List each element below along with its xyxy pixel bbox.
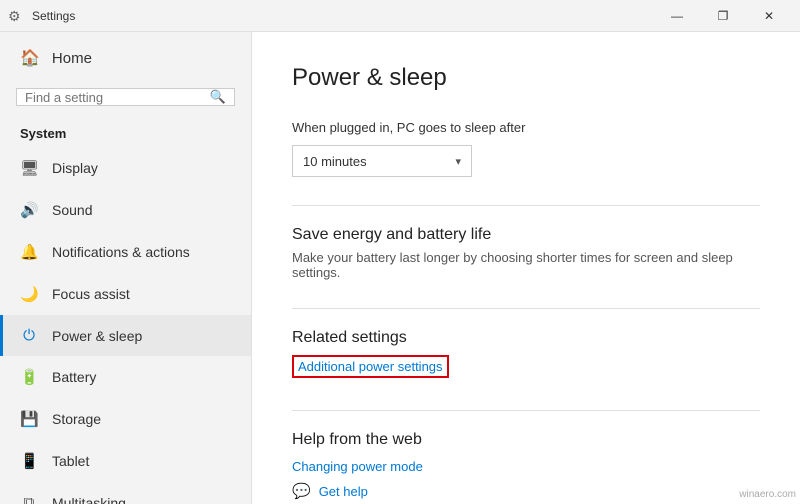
sidebar-item-power-label: Power & sleep bbox=[52, 328, 142, 344]
close-button[interactable]: ✕ bbox=[746, 0, 792, 32]
save-energy-heading: Save energy and battery life bbox=[292, 226, 760, 244]
sound-icon: 🔊 bbox=[20, 201, 38, 219]
title-bar-title: Settings bbox=[32, 9, 75, 23]
sidebar-section-title: System bbox=[0, 118, 251, 147]
sidebar-home[interactable]: 🏠 Home bbox=[0, 32, 251, 84]
divider-3 bbox=[292, 410, 760, 411]
sidebar-home-label: Home bbox=[52, 50, 92, 67]
sidebar-item-sound-label: Sound bbox=[52, 202, 92, 218]
sleep-section: When plugged in, PC goes to sleep after … bbox=[292, 120, 760, 177]
additional-power-settings-link[interactable]: Additional power settings bbox=[292, 355, 449, 378]
tablet-icon: 📱 bbox=[20, 452, 38, 470]
get-help-label: Get help bbox=[319, 484, 368, 499]
app-body: 🏠 Home 🔍 System 🖥 Display 🔊 Sound 🔔 Noti… bbox=[0, 32, 800, 504]
sidebar-item-notifications[interactable]: 🔔 Notifications & actions bbox=[0, 231, 251, 273]
save-energy-section: Save energy and battery life Make your b… bbox=[292, 226, 760, 280]
title-bar: ⚙ Settings — ❐ ✕ bbox=[0, 0, 800, 32]
sleep-dropdown-value: 10 minutes bbox=[303, 154, 367, 169]
changing-power-mode-link[interactable]: Changing power mode bbox=[292, 459, 760, 474]
sidebar-item-notifications-label: Notifications & actions bbox=[52, 244, 190, 260]
sidebar-item-tablet[interactable]: 📱 Tablet bbox=[0, 440, 251, 482]
sidebar-item-focus[interactable]: 🌙 Focus assist bbox=[0, 273, 251, 315]
main-content: Power & sleep When plugged in, PC goes t… bbox=[252, 32, 800, 504]
related-settings-section: Related settings Additional power settin… bbox=[292, 329, 760, 382]
sidebar-search[interactable]: 🔍 bbox=[16, 88, 235, 106]
page-title: Power & sleep bbox=[292, 64, 760, 92]
help-section: Help from the web Changing power mode 💬 … bbox=[292, 431, 760, 504]
title-bar-left: ⚙ Settings bbox=[8, 8, 654, 24]
sleep-dropdown[interactable]: 10 minutes ▾ bbox=[292, 145, 472, 177]
sidebar-item-battery[interactable]: 🔋 Battery bbox=[0, 356, 251, 398]
sidebar-item-multitasking[interactable]: ⧉ Multitasking bbox=[0, 482, 251, 504]
storage-icon: 💾 bbox=[20, 410, 38, 428]
sidebar-item-storage-label: Storage bbox=[52, 411, 101, 427]
display-icon: 🖥 bbox=[20, 159, 38, 177]
plugged-in-label: When plugged in, PC goes to sleep after bbox=[292, 120, 760, 135]
related-settings-title: Related settings bbox=[292, 329, 760, 347]
title-bar-controls: — ❐ ✕ bbox=[654, 0, 792, 32]
sidebar-item-power[interactable]: ⏻ Power & sleep bbox=[0, 315, 251, 356]
home-icon: 🏠 bbox=[20, 48, 40, 68]
notifications-icon: 🔔 bbox=[20, 243, 38, 261]
watermark: winaero.com bbox=[739, 489, 796, 500]
search-input[interactable] bbox=[25, 90, 210, 105]
sidebar: 🏠 Home 🔍 System 🖥 Display 🔊 Sound 🔔 Noti… bbox=[0, 32, 252, 504]
search-icon: 🔍 bbox=[210, 89, 226, 105]
maximize-button[interactable]: ❐ bbox=[700, 0, 746, 32]
sidebar-item-display-label: Display bbox=[52, 160, 98, 176]
help-title: Help from the web bbox=[292, 431, 760, 449]
sidebar-item-storage[interactable]: 💾 Storage bbox=[0, 398, 251, 440]
sidebar-item-battery-label: Battery bbox=[52, 369, 96, 385]
minimize-button[interactable]: — bbox=[654, 0, 700, 32]
focus-icon: 🌙 bbox=[20, 285, 38, 303]
get-help-icon: 💬 bbox=[292, 482, 311, 500]
sidebar-item-sound[interactable]: 🔊 Sound bbox=[0, 189, 251, 231]
changing-power-mode-label: Changing power mode bbox=[292, 459, 423, 474]
get-help-link[interactable]: 💬 Get help bbox=[292, 482, 760, 500]
dropdown-arrow-icon: ▾ bbox=[455, 155, 461, 168]
power-icon: ⏻ bbox=[20, 327, 38, 344]
save-energy-desc: Make your battery last longer by choosin… bbox=[292, 250, 760, 280]
sidebar-item-multitasking-label: Multitasking bbox=[52, 495, 126, 504]
sidebar-item-tablet-label: Tablet bbox=[52, 453, 89, 469]
sidebar-item-focus-label: Focus assist bbox=[52, 286, 130, 302]
battery-icon: 🔋 bbox=[20, 368, 38, 386]
sidebar-item-display[interactable]: 🖥 Display bbox=[0, 147, 251, 189]
divider-2 bbox=[292, 308, 760, 309]
divider-1 bbox=[292, 205, 760, 206]
multitasking-icon: ⧉ bbox=[20, 494, 38, 504]
settings-app-icon: ⚙ bbox=[8, 8, 24, 24]
